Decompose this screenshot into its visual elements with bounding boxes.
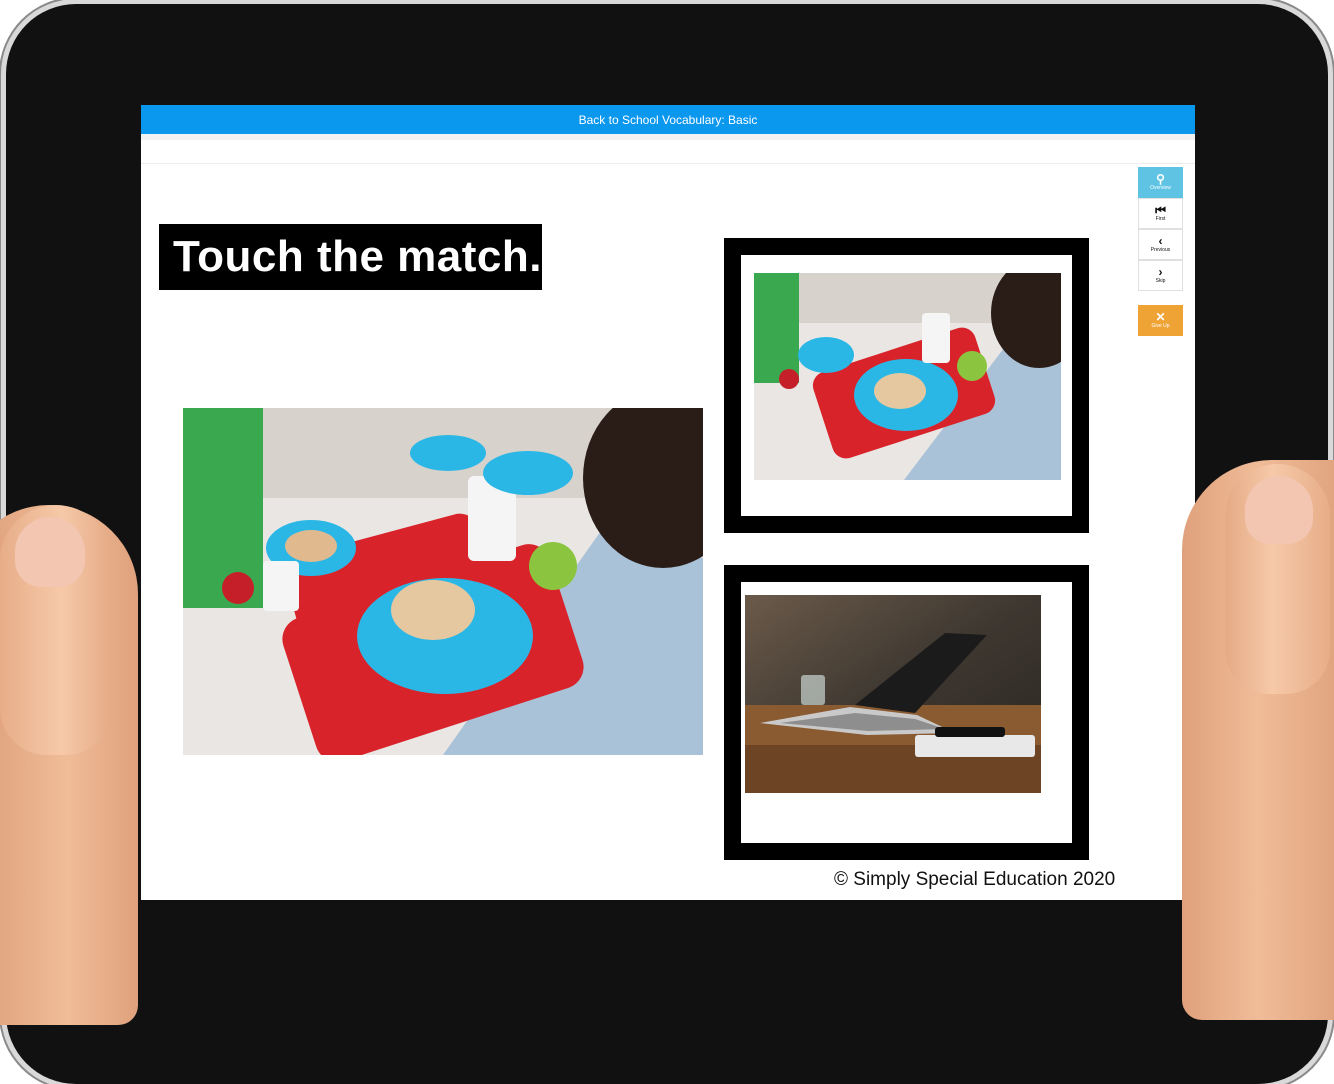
search-icon: ⚲ (1156, 172, 1165, 186)
navigation-controls: ⚲ Overview ⏮ First ‹ Previous › Skip ✕ G… (1138, 167, 1183, 336)
left-thumbnail (15, 517, 85, 587)
give-up-label: Give Up (1151, 323, 1170, 329)
left-thumb (0, 505, 112, 755)
app-screen: Back to School Vocabulary: Basic Touch t… (141, 105, 1195, 900)
choice-image-cafeteria[interactable] (754, 273, 1061, 480)
previous-button[interactable]: ‹ Previous (1138, 229, 1183, 260)
first-label: First (1155, 216, 1166, 222)
main-image-cafeteria (183, 408, 703, 755)
copyright-text: © Simply Special Education 2020 (834, 869, 1116, 890)
close-icon: ✕ (1155, 310, 1166, 324)
skip-button[interactable]: › Skip (1138, 260, 1183, 291)
skip-label: Skip (1155, 278, 1166, 284)
previous-label: Previous (1150, 247, 1171, 253)
window-title: Back to School Vocabulary: Basic (141, 105, 1195, 134)
previous-icon: ‹ (1158, 234, 1163, 248)
overview-button[interactable]: ⚲ Overview (1138, 167, 1183, 198)
slide: Touch the match. © Simply Special Educat… (141, 165, 1195, 900)
choice-card-1-inner (741, 255, 1072, 516)
choice-card-2[interactable] (724, 565, 1089, 860)
choice-card-2-inner (741, 582, 1072, 843)
right-thumb (1225, 464, 1330, 694)
first-icon: ⏮ (1155, 203, 1166, 217)
toolbar-strip (141, 134, 1195, 164)
prompt-heading: Touch the match. (159, 224, 542, 290)
right-thumbnail (1245, 476, 1313, 544)
skip-icon: › (1158, 265, 1163, 279)
first-button[interactable]: ⏮ First (1138, 198, 1183, 229)
choice-image-laptop[interactable] (745, 595, 1041, 793)
choice-card-1[interactable] (724, 238, 1089, 533)
give-up-button[interactable]: ✕ Give Up (1138, 305, 1183, 336)
overview-label: Overview (1150, 185, 1171, 191)
